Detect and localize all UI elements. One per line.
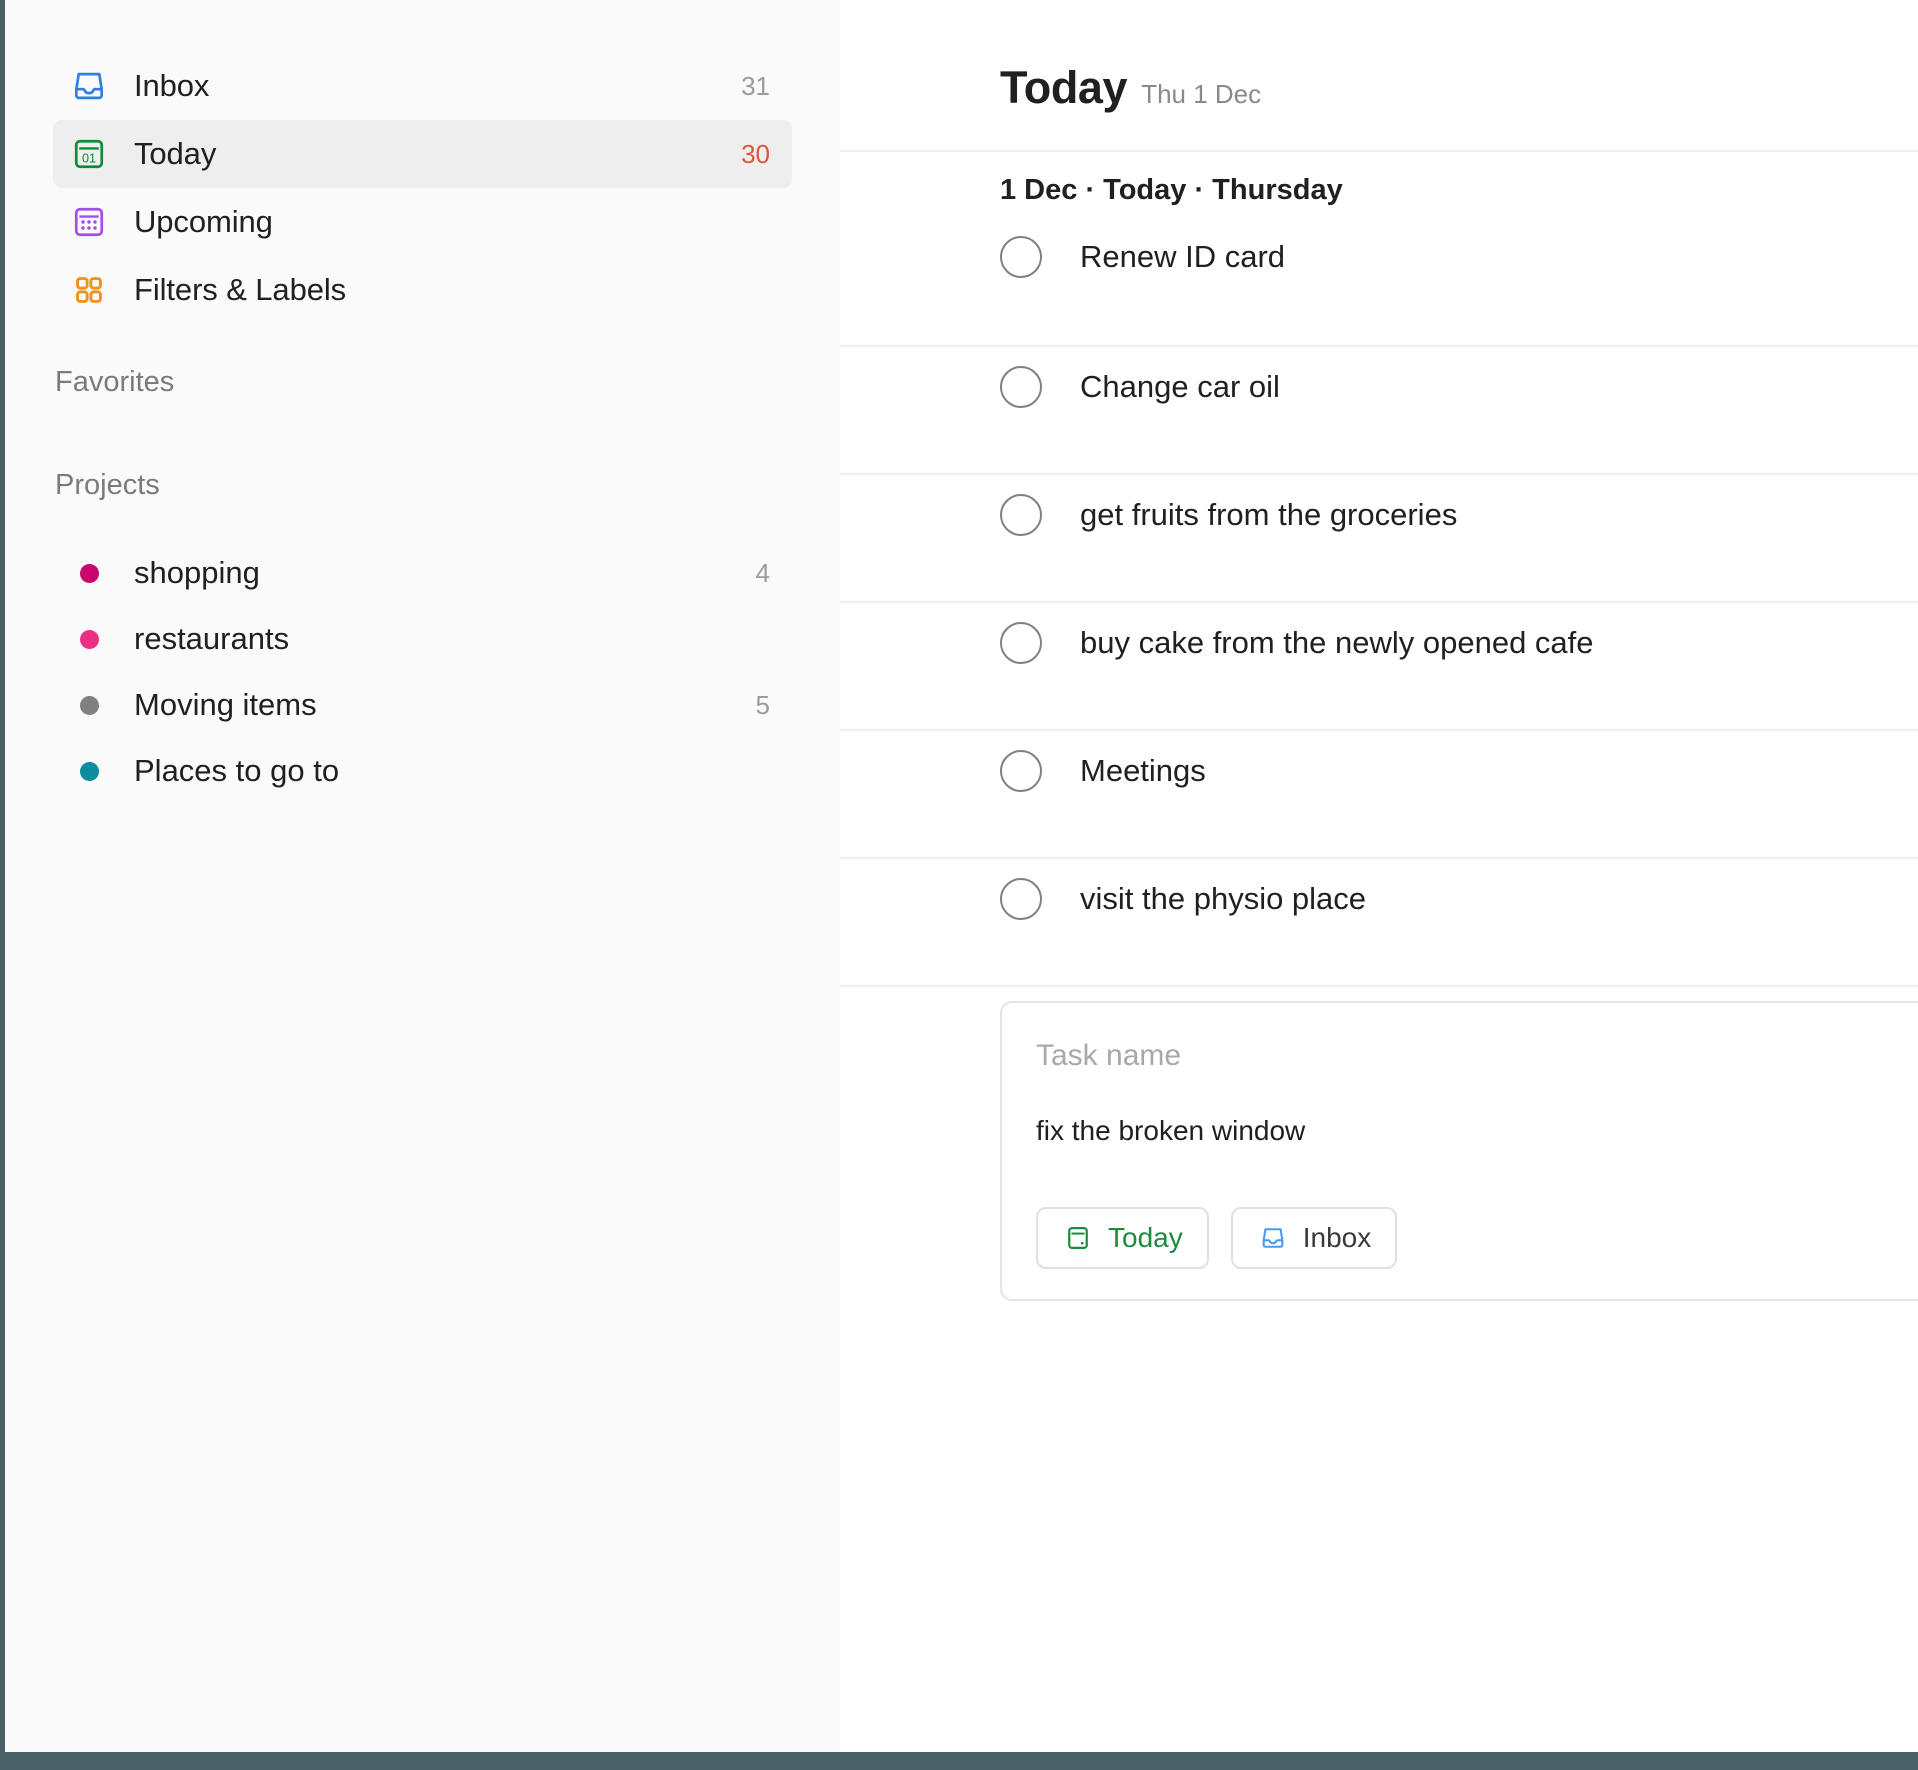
- due-date-chip-button[interactable]: Today: [1036, 1207, 1209, 1269]
- task-title: buy cake from the newly opened cafe: [1080, 625, 1594, 660]
- composer-action-chips: Today Inbox: [1036, 1207, 1918, 1269]
- task-checkbox[interactable]: [1000, 494, 1042, 536]
- calendar-icon: [1062, 1222, 1094, 1254]
- task-checkbox[interactable]: [1000, 236, 1042, 278]
- page-header: Today Thu 1 Dec: [840, 0, 1918, 114]
- day-section-header: 1 Dec · Today · Thursday: [840, 150, 1918, 207]
- task-row[interactable]: visit the physio place: [840, 857, 1918, 985]
- project-color-dot-icon: [69, 563, 109, 583]
- task-title: visit the physio place: [1080, 881, 1367, 916]
- project-item-restaurants[interactable]: restaurants: [53, 606, 792, 672]
- project-item-places-to-go-to[interactable]: Places to go to: [53, 738, 792, 804]
- task-checkbox[interactable]: [1000, 878, 1042, 920]
- sidebar-item-label: Inbox: [134, 68, 210, 103]
- task-composer[interactable]: Task name fix the broken window Today In…: [1000, 1001, 1918, 1301]
- project-label: shopping: [134, 555, 260, 590]
- task-row[interactable]: Renew ID card: [840, 217, 1918, 345]
- filters-labels-icon: [69, 270, 109, 310]
- project-label: Places to go to: [134, 753, 340, 788]
- project-label: Moving items: [134, 687, 317, 722]
- task-row[interactable]: Meetings: [840, 729, 1918, 857]
- main-content: Today Thu 1 Dec 1 Dec · Today · Thursday…: [840, 0, 1918, 1752]
- todo-app-window: Inbox 31 01 Today 30 Upcoming Filters & …: [0, 0, 1918, 1770]
- sidebar: Inbox 31 01 Today 30 Upcoming Filters & …: [5, 0, 840, 1752]
- due-date-chip-label: Today: [1108, 1222, 1183, 1253]
- projects-list: shopping 4 restaurants Moving items 5 Pl…: [5, 540, 840, 804]
- day-header-label: 1 Dec · Today · Thursday: [1000, 174, 1343, 206]
- sidebar-item-label: Upcoming: [134, 204, 273, 239]
- project-color-dot-icon: [69, 761, 109, 781]
- task-name-placeholder: Task name: [1036, 1039, 1182, 1072]
- task-checkbox[interactable]: [1000, 750, 1042, 792]
- project-color-dot-icon: [69, 695, 109, 715]
- task-row[interactable]: Change car oil: [840, 345, 1918, 473]
- task-composer-container: Task name fix the broken window Today In…: [840, 985, 1918, 1301]
- project-color-dot-icon: [69, 629, 109, 649]
- project-count: 5: [755, 689, 770, 720]
- sidebar-item-count: 30: [741, 138, 770, 169]
- sidebar-item-today[interactable]: 01 Today 30: [53, 120, 792, 188]
- project-item-shopping[interactable]: shopping 4: [53, 540, 792, 606]
- sidebar-item-inbox[interactable]: Inbox 31: [53, 52, 792, 120]
- project-item-moving-items[interactable]: Moving items 5: [53, 672, 792, 738]
- sidebar-item-upcoming[interactable]: Upcoming: [53, 188, 792, 256]
- favorites-section-title: Favorites: [55, 366, 175, 398]
- sidebar-item-filters-labels[interactable]: Filters & Labels: [53, 256, 792, 324]
- calendar-today-icon: 01: [69, 134, 109, 174]
- inbox-icon: [1257, 1222, 1289, 1254]
- task-checkbox[interactable]: [1000, 622, 1042, 664]
- project-count: 4: [755, 557, 770, 588]
- task-name-input[interactable]: fix the broken window: [1036, 1117, 1918, 1145]
- inbox-icon: [69, 66, 109, 106]
- project-label: restaurants: [134, 621, 290, 656]
- task-checkbox[interactable]: [1000, 366, 1042, 408]
- sidebar-item-label: Filters & Labels: [134, 272, 347, 307]
- svg-text:01: 01: [82, 151, 96, 165]
- projects-section-title: Projects: [55, 469, 160, 501]
- task-row[interactable]: get fruits from the groceries: [840, 473, 1918, 601]
- task-row[interactable]: buy cake from the newly opened cafe: [840, 601, 1918, 729]
- task-title: Change car oil: [1080, 369, 1280, 404]
- page-subtitle-date: Thu 1 Dec: [1141, 79, 1262, 109]
- sidebar-item-count: 31: [741, 70, 770, 101]
- page-title: Today: [1000, 62, 1128, 113]
- task-list: Renew ID card Change car oil get fruits …: [840, 217, 1918, 985]
- task-title: Renew ID card: [1080, 239, 1286, 274]
- sidebar-item-label: Today: [134, 136, 217, 171]
- project-chip-button[interactable]: Inbox: [1230, 1207, 1398, 1269]
- task-title: Meetings: [1080, 753, 1206, 788]
- calendar-grid-icon: [69, 202, 109, 242]
- task-title: get fruits from the groceries: [1080, 497, 1458, 532]
- project-chip-label: Inbox: [1302, 1222, 1372, 1253]
- window-bottom-bar: [0, 1752, 1918, 1770]
